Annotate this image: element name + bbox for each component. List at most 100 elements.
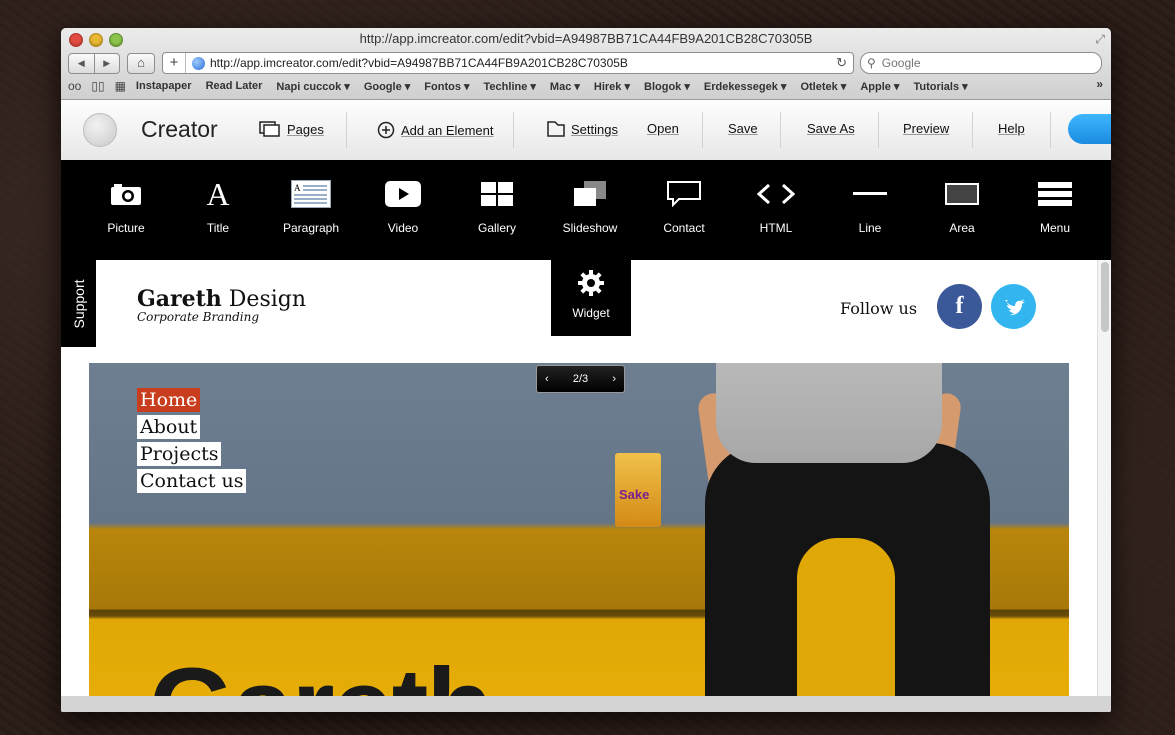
- bookmark-item[interactable]: Tutorials ▾: [913, 80, 967, 93]
- app-brand: Creator: [141, 116, 218, 142]
- element-label: Picture: [107, 221, 145, 235]
- nav-link-home[interactable]: Home: [137, 388, 201, 412]
- publish-button[interactable]: [1068, 114, 1111, 144]
- divider: [972, 112, 973, 148]
- element-area[interactable]: Area: [922, 178, 1002, 235]
- element-title[interactable]: A Title: [178, 175, 258, 236]
- window-bottom-bar: [61, 696, 1111, 712]
- nav-link-projects[interactable]: Projects: [137, 442, 222, 466]
- paragraph-icon: A: [271, 178, 351, 210]
- home-button[interactable]: ⌂: [127, 53, 155, 74]
- browser-window: http://app.imcreator.com/edit?vbid=A9498…: [61, 28, 1111, 712]
- url-text[interactable]: http://app.imcreator.com/edit?vbid=A9498…: [210, 56, 628, 70]
- twitter-icon[interactable]: [991, 284, 1036, 329]
- forward-icon[interactable]: ▶: [95, 54, 120, 73]
- divider: [780, 112, 781, 148]
- element-label: Video: [387, 221, 419, 235]
- back-icon[interactable]: ◀: [69, 54, 95, 73]
- creator-logo-icon[interactable]: [83, 113, 117, 147]
- hero-image-gap: [797, 538, 895, 696]
- back-forward-buttons: ◀ ▶: [68, 53, 120, 74]
- element-label: HTML: [759, 221, 793, 235]
- add-bookmark-icon[interactable]: +: [163, 53, 186, 73]
- menu-bars-icon: [1015, 178, 1095, 210]
- element-label: Title: [206, 221, 230, 235]
- speech-bubble-icon: [644, 178, 724, 210]
- reload-icon[interactable]: ↻: [836, 55, 847, 71]
- element-label: Paragraph: [282, 221, 340, 235]
- element-paragraph[interactable]: A Paragraph: [271, 178, 351, 235]
- facebook-icon[interactable]: f: [937, 284, 982, 329]
- top-sites-grid-icon[interactable]: ▦: [115, 79, 126, 93]
- bookmarks-book-icon[interactable]: ▯▯: [91, 79, 104, 93]
- gallery-grid-icon: [457, 178, 537, 210]
- nav-link-about[interactable]: About: [137, 415, 201, 439]
- reading-list-icon[interactable]: oo: [68, 79, 81, 93]
- widget-label: Widget: [572, 306, 610, 320]
- nav-link-contact[interactable]: Contact us: [137, 469, 247, 493]
- search-input[interactable]: [879, 55, 1084, 71]
- fullscreen-icon[interactable]: ⤢: [1095, 32, 1105, 47]
- site-navigation: Home About Projects Contact us: [137, 388, 247, 496]
- scroll-thumb[interactable]: [1101, 262, 1109, 332]
- bookmark-item[interactable]: Apple ▾: [860, 80, 899, 93]
- element-slideshow[interactable]: Slideshow: [550, 178, 630, 235]
- svg-text:A: A: [294, 183, 301, 193]
- bookmark-item[interactable]: Erdekessegek ▾: [704, 80, 787, 93]
- window-title: http://app.imcreator.com/edit?vbid=A9498…: [359, 31, 813, 46]
- elements-toolbar: Picture A Title A Paragraph Video Galler…: [61, 160, 1111, 260]
- element-video[interactable]: Video: [363, 178, 443, 235]
- bookmark-item[interactable]: Napi cuccok ▾: [276, 80, 349, 93]
- element-label: Line: [858, 221, 882, 235]
- help-label: Help: [998, 121, 1025, 136]
- bookmark-item[interactable]: Otletek ▾: [800, 80, 846, 93]
- help-button[interactable]: Help: [998, 121, 1025, 136]
- site-logo[interactable]: Gareth Design Corporate Branding: [137, 286, 306, 324]
- element-gallery[interactable]: Gallery: [457, 178, 537, 235]
- element-label: Area: [949, 221, 975, 235]
- site-tagline: Corporate Branding: [137, 310, 260, 324]
- bookmark-item[interactable]: Fontos ▾: [424, 80, 469, 93]
- line-icon: [830, 178, 910, 210]
- browser-chrome: http://app.imcreator.com/edit?vbid=A9498…: [61, 28, 1111, 100]
- support-label: Support: [70, 278, 87, 329]
- address-bar[interactable]: + http://app.imcreator.com/edit?vbid=A94…: [162, 52, 854, 74]
- editor-header: Creator Pages Add an Element Settings Op…: [61, 100, 1111, 161]
- site-brand-bold: Gareth: [137, 286, 222, 312]
- save-button[interactable]: Save: [728, 121, 758, 136]
- element-label: Menu: [1039, 221, 1071, 235]
- vertical-scrollbar[interactable]: [1097, 260, 1111, 696]
- element-widget[interactable]: Widget: [551, 260, 631, 336]
- bookmark-item[interactable]: Blogok ▾: [644, 80, 690, 93]
- settings-button[interactable]: Settings: [547, 121, 618, 137]
- element-html[interactable]: HTML: [736, 178, 816, 235]
- preview-button[interactable]: Preview: [903, 121, 949, 136]
- support-tab[interactable]: Support: [61, 260, 96, 347]
- element-line[interactable]: Line: [830, 178, 910, 235]
- title-letter-icon: A: [206, 175, 230, 212]
- bookmark-item[interactable]: Hirek ▾: [594, 80, 630, 93]
- add-element-label: Add an Element: [401, 122, 494, 138]
- save-as-button[interactable]: Save As: [807, 121, 855, 136]
- next-slide-icon[interactable]: ›: [612, 373, 616, 385]
- bookmark-item[interactable]: Google ▾: [364, 80, 410, 93]
- open-button[interactable]: Open: [647, 121, 679, 136]
- bookmark-item[interactable]: Read Later: [206, 80, 263, 92]
- save-as-label: Save As: [807, 121, 855, 136]
- bookmark-item[interactable]: Instapaper: [136, 80, 192, 92]
- element-picture[interactable]: Picture: [86, 178, 166, 235]
- more-bookmarks-icon[interactable]: »: [1096, 77, 1103, 91]
- prev-slide-icon[interactable]: ‹: [545, 373, 549, 385]
- play-icon: [363, 178, 443, 210]
- bookmark-item[interactable]: Techline ▾: [484, 80, 536, 93]
- search-bar[interactable]: ⚲: [860, 52, 1102, 74]
- search-icon: ⚲: [867, 56, 876, 70]
- element-menu[interactable]: Menu: [1015, 178, 1095, 235]
- hero-slideshow[interactable]: Sake Gareth ‹ 2/3 › Home About Projects …: [89, 363, 1069, 696]
- add-element-button[interactable]: Add an Element: [377, 121, 494, 139]
- globe-icon: [192, 56, 205, 70]
- bookmark-item[interactable]: Mac ▾: [550, 80, 580, 93]
- slideshow-pager[interactable]: ‹ 2/3 ›: [536, 365, 625, 393]
- pages-button[interactable]: Pages: [259, 121, 324, 137]
- element-contact[interactable]: Contact: [644, 178, 724, 235]
